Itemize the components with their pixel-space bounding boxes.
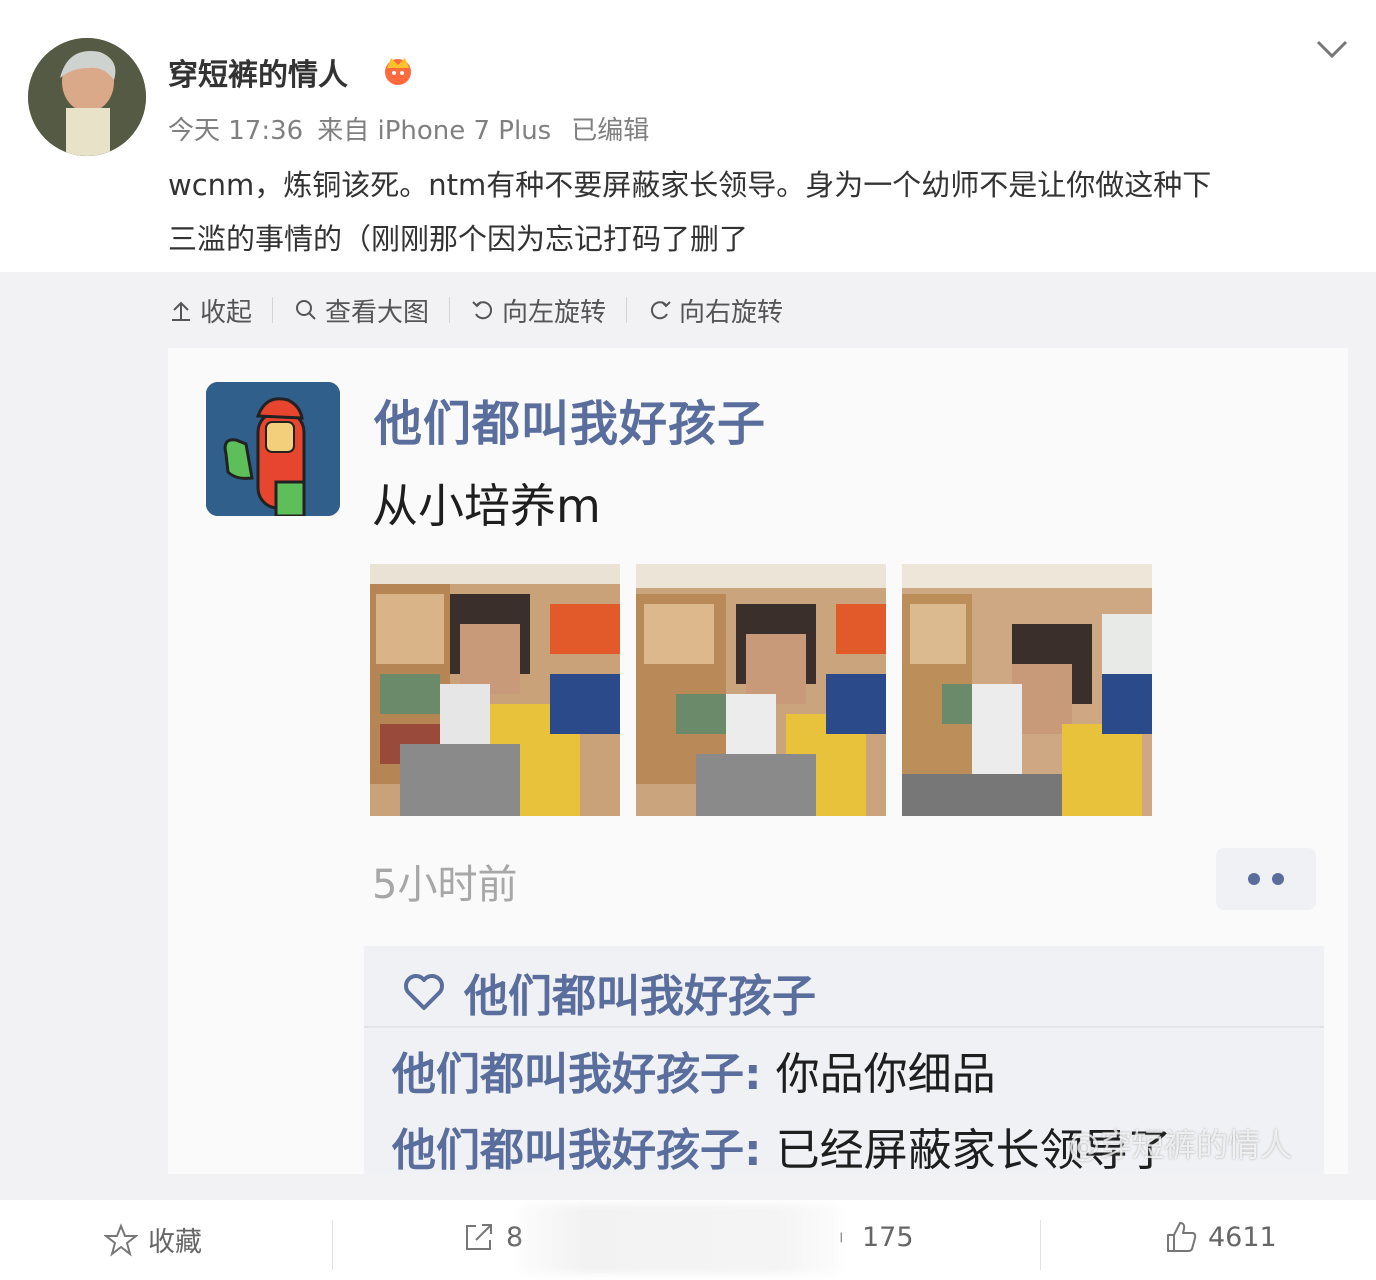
rotate-left-button[interactable]: 向左旋转 [470,292,606,329]
username[interactable]: 穿短裤的情人 [168,50,348,94]
post-meta: 今天 17:36 来自 iPhone 7 Plus 已编辑 [168,110,663,147]
like-name: 他们都叫我好孩子 [464,971,816,1022]
post-header: 穿短裤的情人 今天 17:36 来自 iPhone 7 Plus 已编辑 wcnm，… [0,0,1376,272]
post-source[interactable]: 来自 iPhone 7 Plus [317,116,551,146]
inner-author-name: 他们都叫我好孩子 [374,396,767,452]
rotate-right-label: 向右旋转 [679,297,784,328]
photo-3 [902,564,1152,816]
post-text-line: 三滥的事情的（刚刚那个因为忘记打码了删了 [168,222,749,256]
watermark: @穿短裤的情人 [1068,1126,1293,1164]
comment-icon [840,1232,842,1243]
more-icon [1248,873,1284,885]
share-icon [466,1224,492,1250]
thumbs-up-icon [1167,1222,1197,1252]
toolbar-divider [272,297,274,323]
comment-button[interactable]: 175 [838,1220,914,1254]
photo-1 [370,564,620,816]
edited-label[interactable]: 已编辑 [571,116,649,146]
chevron-down-icon[interactable] [1312,34,1352,64]
like-row: 他们都叫我好孩子 [402,960,816,1024]
rotate-right-button[interactable]: 向右旋转 [647,292,783,329]
author-avatar [206,382,340,516]
heart-icon [404,974,444,1010]
repost-button[interactable]: 8 [462,1220,523,1254]
search-icon [296,300,316,320]
post-time: 今天 17:36 [168,116,304,146]
inner-time: 5小时前 [372,862,518,908]
star-icon [104,1222,138,1257]
comment-item: 他们都叫我好孩子: 你品你细品 [392,1049,996,1100]
view-large-button[interactable]: 查看大图 [293,292,429,329]
media-toolbar: 收起 查看大图 向左旋转 向右旋转 [168,290,783,330]
comment-divider [364,1026,1324,1028]
like-count: 4611 [1208,1221,1277,1253]
collapse-label: 收起 [200,297,253,328]
collapse-button[interactable]: 收起 [168,292,252,329]
like-button[interactable]: 4611 [1164,1220,1277,1254]
avatar[interactable] [28,38,146,156]
comment-item: 他们都叫我好孩子: 已经屏蔽家长领导了 [392,1125,1172,1174]
comment-text: 你品你细品 [775,1049,996,1100]
post-text: wcnm，炼铜该死。ntm有种不要屏蔽家长领导。身为一个幼师不是让你做这种下 三… [168,158,1348,266]
more-button[interactable] [1216,848,1316,910]
action-divider [1040,1220,1041,1270]
favorite-label: 收藏 [148,1227,202,1258]
favorite-button[interactable]: 收藏 [104,1220,202,1259]
view-large-label: 查看大图 [325,297,430,328]
action-divider [332,1220,333,1270]
crown-icon [385,58,411,85]
photo-2 [636,564,886,816]
rotate-right-icon [651,301,671,320]
comment-author: 他们都叫我好孩子 [392,1125,744,1174]
comment-author: 他们都叫我好孩子 [392,1049,744,1100]
post-text-line: wcnm，炼铜该死。ntm有种不要屏蔽家长领导。身为一个幼师不是让你做这种下 [168,168,1212,202]
rotate-left-icon [472,301,493,320]
rotate-left-label: 向左旋转 [502,297,607,328]
comment-count: 175 [862,1221,914,1253]
collapse-icon [172,301,190,321]
inner-post-text: 从小培养m [372,479,601,533]
toolbar-divider [626,297,628,323]
attached-screenshot[interactable]: 他们都叫我好孩子 从小培养m 5小时前 他们都叫我好孩子 他们都叫我好孩子: 你… [168,348,1348,1174]
toolbar-divider [449,297,451,323]
blur-patch [520,1204,840,1274]
